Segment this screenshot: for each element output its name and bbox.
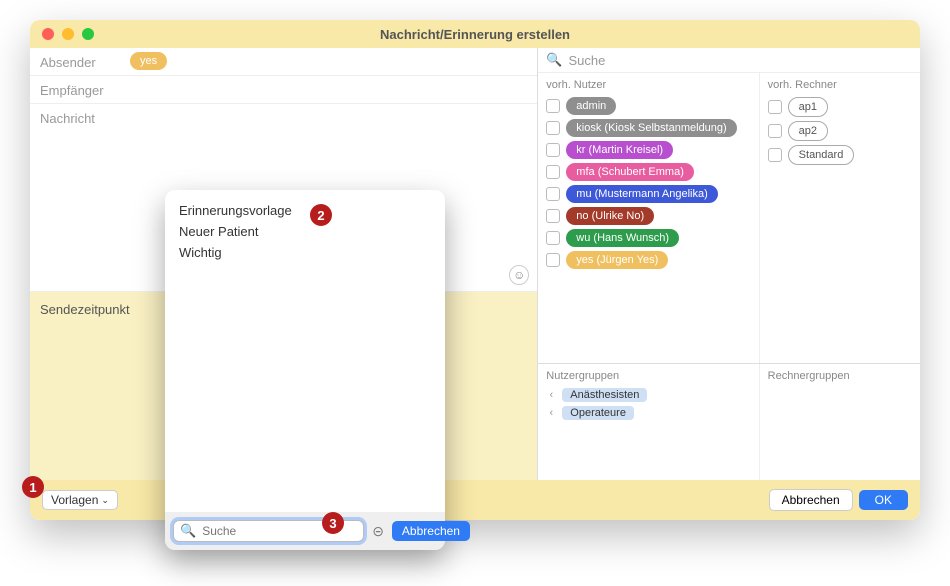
footer: Vorlagen ⌄ Abbrechen OK: [30, 480, 920, 520]
user-pill: wu (Hans Wunsch): [566, 229, 679, 247]
nachricht-label: Nachricht: [40, 108, 130, 126]
user-row[interactable]: mfa (Schubert Emma): [542, 161, 754, 183]
checkbox-icon[interactable]: [546, 121, 560, 135]
group-row[interactable]: ‹ Anästhesisten: [542, 386, 754, 404]
badge-3: 3: [322, 512, 344, 534]
user-row[interactable]: yes (Jürgen Yes): [542, 249, 754, 271]
checkbox-icon[interactable]: [546, 99, 560, 113]
user-row[interactable]: kr (Martin Kreisel): [542, 139, 754, 161]
popover-cancel-button[interactable]: Abbrechen: [392, 521, 470, 541]
popover-item[interactable]: Neuer Patient: [179, 221, 431, 242]
user-pill: mfa (Schubert Emma): [566, 163, 694, 181]
rechnergruppen-header: Rechnergruppen: [764, 370, 916, 386]
vorlagen-button[interactable]: Vorlagen ⌄: [42, 490, 118, 510]
user-pill: kr (Martin Kreisel): [566, 141, 673, 159]
ok-button[interactable]: OK: [859, 490, 908, 510]
vorlagen-popover: ErinnerungsvorlageNeuer PatientWichtig 🔍…: [165, 190, 445, 550]
users-column: vorh. Nutzer admin kiosk (Kiosk Selbstanm…: [538, 73, 759, 363]
absender-row: Absender yes: [30, 48, 537, 76]
search-icon: 🔍: [546, 52, 562, 68]
badge-1: 1: [22, 476, 44, 498]
nachricht-row: Nachricht: [30, 104, 537, 132]
user-pill: no (Ulrike No): [566, 207, 654, 225]
emoji-icon[interactable]: ☺: [509, 265, 529, 285]
user-row[interactable]: mu (Mustermann Angelika): [542, 183, 754, 205]
gear-icon[interactable]: ⊝: [372, 523, 384, 540]
vorlagen-label: Vorlagen: [51, 493, 98, 507]
abbrechen-button[interactable]: Abbrechen: [769, 489, 853, 511]
user-pill: mu (Mustermann Angelika): [566, 185, 717, 203]
checkbox-icon[interactable]: [546, 209, 560, 223]
checkbox-icon[interactable]: [546, 143, 560, 157]
checkbox-icon[interactable]: [546, 187, 560, 201]
user-row[interactable]: wu (Hans Wunsch): [542, 227, 754, 249]
popover-list: ErinnerungsvorlageNeuer PatientWichtig: [165, 190, 445, 512]
rechner-row[interactable]: Standard: [764, 143, 916, 167]
chevron-down-icon: ⌄: [101, 495, 109, 506]
user-row[interactable]: admin: [542, 95, 754, 117]
group-pill: Operateure: [562, 406, 634, 420]
user-pill: yes (Jürgen Yes): [566, 251, 668, 269]
nutzergruppen-column: Nutzergruppen ‹ Anästhesisten ‹ Operateure: [538, 364, 759, 493]
nutzergruppen-header: Nutzergruppen: [542, 370, 754, 386]
checkbox-icon[interactable]: [768, 124, 782, 138]
rechner-pill: Standard: [788, 145, 855, 165]
window-title: Nachricht/Erinnerung erstellen: [30, 27, 920, 42]
search-bar[interactable]: 🔍 Suche: [538, 48, 920, 73]
checkbox-icon[interactable]: [768, 100, 782, 114]
popover-item[interactable]: Erinnerungsvorlage: [179, 200, 431, 221]
absender-pill[interactable]: yes: [130, 52, 167, 70]
checkbox-icon[interactable]: [546, 253, 560, 267]
search-placeholder: Suche: [568, 53, 605, 68]
user-pill: kiosk (Kiosk Selbstanmeldung): [566, 119, 736, 137]
group-pill: Anästhesisten: [562, 388, 647, 402]
checkbox-icon[interactable]: [768, 148, 782, 162]
group-row[interactable]: ‹ Operateure: [542, 404, 754, 422]
chevron-left-icon: ‹: [546, 407, 556, 419]
rechner-pill: ap2: [788, 121, 828, 141]
rechner-column: vorh. Rechner ap1 ap2 Standard: [760, 73, 920, 363]
empfaenger-row[interactable]: Empfänger: [30, 76, 537, 104]
user-pill: admin: [566, 97, 616, 115]
right-pane: 🔍 Suche vorh. Nutzer admin kiosk (Kiosk S…: [537, 48, 920, 520]
user-row[interactable]: no (Ulrike No): [542, 205, 754, 227]
empfaenger-label: Empfänger: [40, 80, 130, 98]
user-row[interactable]: kiosk (Kiosk Selbstanmeldung): [542, 117, 754, 139]
chevron-left-icon: ‹: [546, 389, 556, 401]
search-icon: 🔍: [180, 523, 196, 539]
titlebar: Nachricht/Erinnerung erstellen: [30, 20, 920, 48]
absender-label: Absender: [40, 52, 130, 70]
main-window: Nachricht/Erinnerung erstellen Absender …: [30, 20, 920, 520]
popover-footer: 🔍 ⊝ Abbrechen: [165, 512, 445, 550]
checkbox-icon[interactable]: [546, 165, 560, 179]
vorh-nutzer-header: vorh. Nutzer: [542, 79, 754, 95]
rechner-pill: ap1: [788, 97, 828, 117]
rechner-row[interactable]: ap1: [764, 95, 916, 119]
rechner-row[interactable]: ap2: [764, 119, 916, 143]
badge-2: 2: [310, 204, 332, 226]
popover-item[interactable]: Wichtig: [179, 242, 431, 263]
vorh-rechner-header: vorh. Rechner: [764, 79, 916, 95]
checkbox-icon[interactable]: [546, 231, 560, 245]
rechnergruppen-column: Rechnergruppen: [760, 364, 920, 493]
